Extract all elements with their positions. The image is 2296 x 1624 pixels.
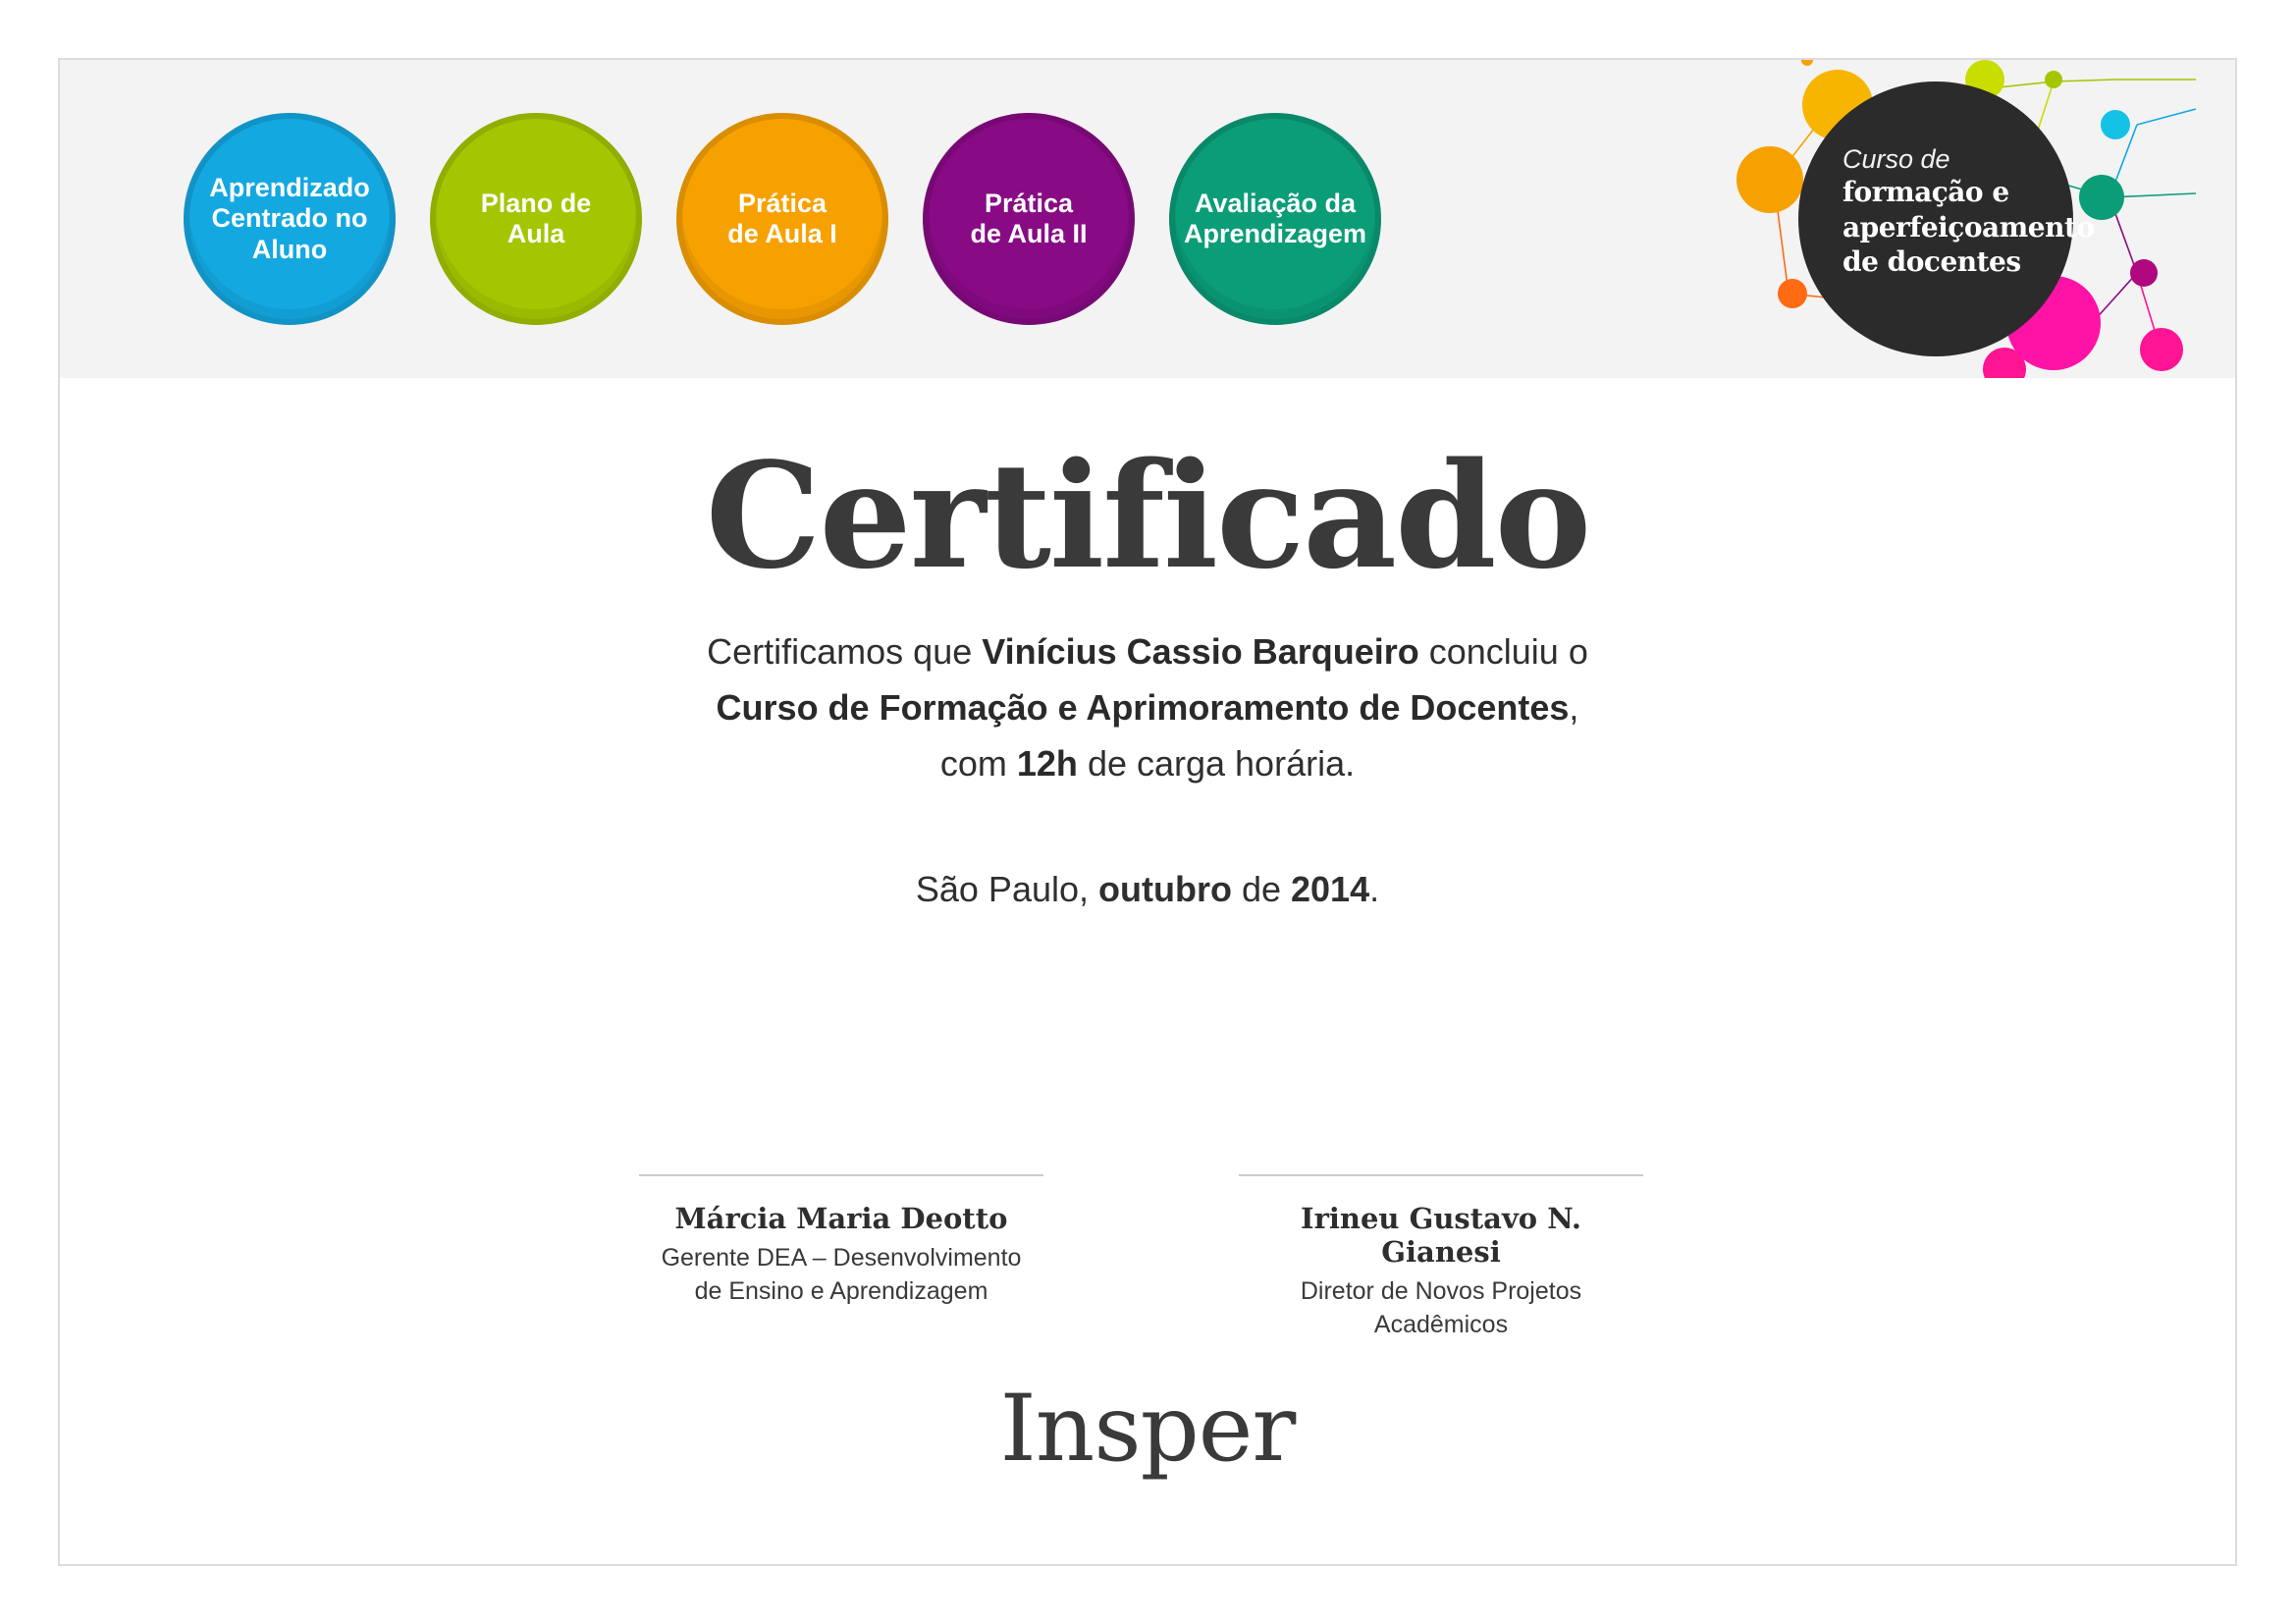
signature-block-1: Márcia Maria Deotto Gerente DEA – Desenv… bbox=[639, 1174, 1043, 1308]
date-end: . bbox=[1369, 869, 1380, 909]
statement-line-3: com 12h de carga horária. bbox=[60, 735, 2235, 791]
statement-line-1: Certificamos que Vinícius Cassio Barquei… bbox=[60, 623, 2235, 679]
course-badge-main: formação e aperfeiçoamento de docentes bbox=[1842, 176, 2095, 279]
module-label: Avaliação da Aprendizagem bbox=[1183, 188, 1367, 248]
course-badge-pre: Curso de bbox=[1842, 144, 1950, 174]
certificate-statement: Certificamos que Vinícius Cassio Barquei… bbox=[60, 623, 2235, 791]
hours-prefix: com bbox=[939, 743, 1017, 784]
header-band: Aprendizado Centrado no Aluno Plano de A… bbox=[60, 60, 2235, 378]
insper-logo: Insper bbox=[999, 1376, 1297, 1483]
date-line: São Paulo, outubro de 2014. bbox=[60, 861, 2235, 917]
signature-line bbox=[639, 1174, 1043, 1176]
recipient-name: Vinícius Cassio Barqueiro bbox=[982, 631, 1419, 672]
module-badge-pratica-2: Prática de Aula II bbox=[923, 113, 1135, 325]
module-label: Aprendizado Centrado no Aluno bbox=[209, 173, 370, 264]
course-name: Curso de Formação e Aprimoramento de Doc… bbox=[716, 687, 1570, 728]
signature-block-2: Irineu Gustavo N. Gianesi Diretor de Nov… bbox=[1239, 1174, 1643, 1341]
module-label: Plano de Aula bbox=[480, 188, 592, 248]
hours-suffix: de carga horária. bbox=[1077, 743, 1356, 784]
date-connector: de bbox=[1231, 869, 1292, 909]
signatory-role: Gerente DEA – Desenvolvimento de Ensino … bbox=[661, 1244, 1022, 1305]
course-name-comma: , bbox=[1569, 687, 1579, 728]
module-badge-pratica-1: Prática de Aula I bbox=[676, 113, 888, 325]
statement-suffix: concluiu o bbox=[1418, 631, 1588, 672]
place: São Paulo, bbox=[915, 869, 1099, 909]
signature-line bbox=[1239, 1174, 1643, 1176]
statement-line-2: Curso de Formação e Aprimoramento de Doc… bbox=[60, 679, 2235, 735]
module-badge-plano-de-aula: Plano de Aula bbox=[430, 113, 642, 325]
certificate-title: Certificado bbox=[705, 430, 1592, 601]
signatory-name: Márcia Maria Deotto bbox=[674, 1202, 1008, 1235]
module-badge-aprendizado: Aprendizado Centrado no Aluno bbox=[184, 113, 396, 325]
signatory-name: Irineu Gustavo N. Gianesi bbox=[1301, 1202, 1581, 1269]
module-label: Prática de Aula II bbox=[970, 188, 1088, 248]
signatory-role: Diretor de Novos Projetos Acadêmicos bbox=[1300, 1277, 1582, 1338]
certificate-frame: Aprendizado Centrado no Aluno Plano de A… bbox=[58, 58, 2237, 1566]
course-badge-text: Curso de formação e aperfeiçoamento de d… bbox=[1842, 144, 2108, 280]
module-label: Prática de Aula I bbox=[727, 188, 837, 248]
module-badge-avaliacao: Avaliação da Aprendizagem bbox=[1169, 113, 1381, 325]
statement-prefix: Certificamos que bbox=[707, 631, 983, 672]
year: 2014 bbox=[1291, 869, 1370, 909]
month: outubro bbox=[1098, 869, 1232, 909]
course-hours: 12h bbox=[1016, 743, 1078, 784]
